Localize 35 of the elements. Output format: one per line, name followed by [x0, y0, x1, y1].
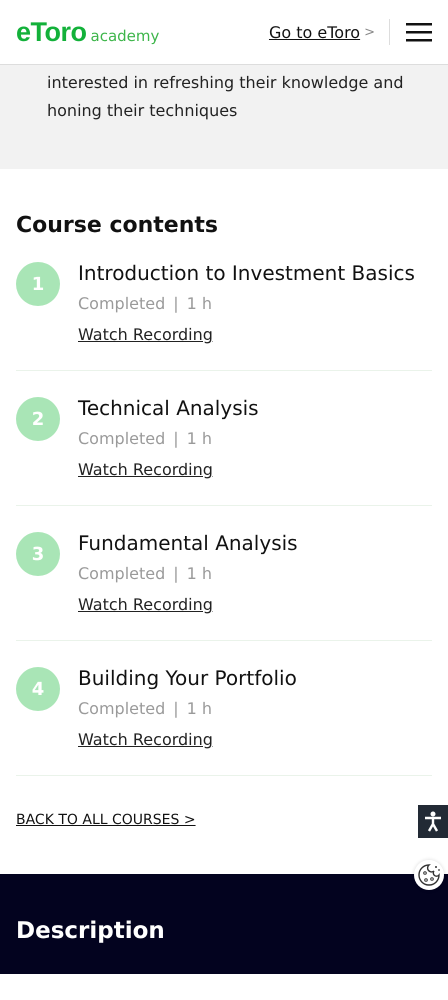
lesson-title: Introduction to Investment Basics — [78, 260, 415, 287]
chevron-icon: > — [364, 24, 375, 40]
logo-subtitle: academy — [90, 26, 160, 44]
lesson-status: Completed — [78, 564, 166, 583]
watch-recording-link[interactable]: Watch Recording — [78, 460, 213, 479]
intro-text: interested in refreshing their knowledge and honing their techniques — [47, 72, 404, 122]
lesson-status: Completed — [78, 699, 166, 718]
separator: | — [173, 294, 179, 313]
lesson-number: 2 — [16, 397, 60, 441]
lesson-title: Fundamental Analysis — [78, 530, 298, 557]
watch-recording-link[interactable]: Watch Recording — [78, 595, 213, 614]
lesson-duration: 1 h — [186, 564, 212, 583]
back-link[interactable]: BACK TO ALL COURSES > — [16, 812, 196, 828]
menu-icon[interactable] — [406, 22, 432, 42]
lesson-status: Completed — [78, 429, 166, 448]
watch-recording-link[interactable]: Watch Recording — [78, 325, 213, 344]
separator: | — [173, 564, 179, 583]
lesson-number: 4 — [16, 667, 60, 711]
accessibility-button[interactable] — [418, 805, 448, 838]
section-heading: Course contents — [16, 213, 219, 238]
go-to-etoro-link[interactable]: Go to eToro — [268, 22, 360, 42]
lesson-number: 3 — [16, 532, 60, 576]
person-icon — [423, 810, 443, 832]
lesson-number: 1 — [16, 262, 60, 306]
lesson-duration: 1 h — [186, 294, 212, 313]
lesson-title: Building Your Portfolio — [78, 665, 297, 692]
separator: | — [173, 699, 179, 718]
lesson-duration: 1 h — [186, 699, 212, 718]
lesson-status: Completed — [78, 294, 166, 313]
separator: | — [173, 429, 179, 448]
description-heading: Description — [16, 918, 166, 944]
watch-recording-link[interactable]: Watch Recording — [78, 730, 213, 749]
lesson-title: Technical Analysis — [78, 395, 259, 422]
cookie-button[interactable] — [414, 860, 444, 890]
lesson-duration: 1 h — [186, 429, 212, 448]
